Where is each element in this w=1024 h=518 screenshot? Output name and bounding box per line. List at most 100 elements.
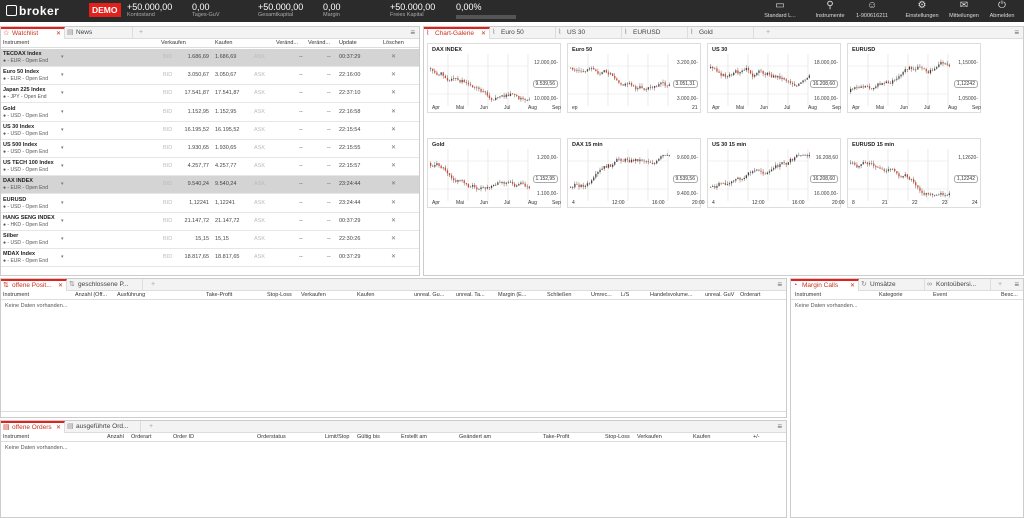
watchlist-row[interactable]: DAX INDEX ● - EUR - Open End ▾ BID 9.540,24 9… (1, 176, 419, 195)
instrument-name[interactable]: Gold (3, 106, 16, 112)
chevron-down-icon[interactable]: ▾ (61, 200, 64, 206)
instrument-name[interactable]: MDAX Index (3, 251, 35, 257)
tab-euro50[interactable]: ⌇ Euro 50 (490, 27, 556, 39)
col-header[interactable]: unreal. Ta... (456, 292, 485, 298)
delete-icon[interactable]: ✕ (391, 180, 396, 187)
col-update[interactable]: Update (339, 40, 357, 46)
buy-price[interactable]: 18.817,65 (215, 254, 239, 260)
delete-icon[interactable]: ✕ (391, 162, 396, 169)
panel-menu-icon[interactable]: ≡ (1014, 279, 1019, 291)
chevron-down-icon[interactable]: ▾ (61, 218, 64, 224)
col-header[interactable]: Instrument (795, 292, 821, 298)
buy-price[interactable]: 16.195,52 (215, 127, 239, 133)
tab-margin-calls[interactable]: ◔ Margin Calls ✕ (791, 279, 859, 291)
chevron-down-icon[interactable]: ▾ (61, 72, 64, 78)
col-header[interactable]: unreal. Gu... (414, 292, 444, 298)
chevron-down-icon[interactable]: ▾ (61, 236, 64, 242)
sell-price[interactable]: 17.541,87 (161, 90, 209, 96)
instrument-name[interactable]: HANG SENG INDEX (3, 215, 55, 221)
delete-icon[interactable]: ✕ (391, 235, 396, 242)
delete-icon[interactable]: ✕ (391, 199, 396, 206)
tab-closed-positions[interactable]: ⇅ geschlossene P... (67, 279, 143, 291)
chevron-down-icon[interactable]: ▾ (61, 163, 64, 169)
col-header[interactable]: Handelsvolume... (650, 292, 693, 298)
watchlist-row[interactable]: HANG SENG INDEX ● - HKD - Open End ▾ BID 21.… (1, 213, 419, 231)
col-header[interactable]: Stop-Loss (267, 292, 292, 298)
tab-chart-gallery[interactable]: ⌇ Chart-Galerie ✕ (424, 27, 490, 39)
watchlist-row[interactable]: Gold ● - USD - Open End ▾ BID 1.152,95 1.152,… (1, 104, 419, 122)
sell-price[interactable]: 15,15 (161, 236, 209, 242)
tab-turnover[interactable]: ↻ Umsätze (859, 279, 925, 291)
delete-icon[interactable]: ✕ (391, 53, 396, 60)
tab-executed-orders[interactable]: ▤ ausgeführte Ord... (65, 421, 141, 433)
chevron-down-icon[interactable]: ▾ (61, 54, 64, 60)
sell-price[interactable]: 18.817,65 (161, 254, 209, 260)
delete-icon[interactable]: ✕ (391, 253, 396, 260)
buy-price[interactable]: 15,15 (215, 236, 229, 242)
close-icon[interactable]: ✕ (58, 281, 63, 291)
col-buy[interactable]: Kaufen (215, 40, 232, 46)
buy-price[interactable]: 9.540,24 (215, 181, 236, 187)
settings-button[interactable]: ⚙ Einstellungen (904, 1, 940, 20)
delete-icon[interactable]: ✕ (391, 108, 396, 115)
mini-chart[interactable]: US 30 15 min 16.208,60 16.000,00- 16.208,60… (707, 138, 845, 208)
col-sell[interactable]: Verkaufen (161, 40, 186, 46)
account-button[interactable]: ☺ 1-900616211 (852, 1, 892, 20)
col-header[interactable]: Schließen (547, 292, 571, 298)
delete-icon[interactable]: ✕ (391, 217, 396, 224)
col-header[interactable]: Instrument (3, 292, 29, 298)
instrument-name[interactable]: Japan 225 Index (3, 87, 46, 93)
logout-button[interactable]: ⏻ Abmelden (984, 1, 1020, 20)
col-header[interactable]: Instrument (3, 434, 29, 440)
col-header[interactable]: L/S (621, 292, 629, 298)
chevron-down-icon[interactable]: ▾ (61, 90, 64, 96)
col-header[interactable]: Margin (E... (498, 292, 526, 298)
add-tab-icon[interactable]: + (151, 279, 155, 291)
chevron-down-icon[interactable]: ▾ (61, 109, 64, 115)
col-header[interactable]: Orderart (740, 292, 760, 298)
col-header[interactable]: Stop-Loss (605, 434, 630, 440)
messages-button[interactable]: ✉ Mitteilungen (946, 1, 982, 20)
watchlist-row[interactable]: Silber ● - USD - Open End ▾ BID 15,15 15,15 AS… (1, 231, 419, 249)
instruments-button[interactable]: ⚲ Instrumente (812, 1, 848, 20)
delete-icon[interactable]: ✕ (391, 89, 396, 96)
col-header[interactable]: Erstellt am (401, 434, 427, 440)
col-header[interactable]: Gültig bis (357, 434, 380, 440)
sell-price[interactable]: 1.930,65 (161, 145, 209, 151)
mini-chart[interactable]: DAX 15 min 9.600,00- 9.400,00- 9.539,56 4 12:… (567, 138, 705, 208)
watchlist-row[interactable]: Japan 225 Index ● - JPY - Open End ▾ BID 17.… (1, 85, 419, 104)
mini-chart[interactable]: Euro 50 3.200,00- 3.000,00- 3.051,31 ep 21 (567, 43, 701, 113)
sell-price[interactable]: 21.147,72 (161, 218, 209, 224)
buy-price[interactable]: 3.050,67 (215, 72, 236, 78)
watchlist-row[interactable]: Euro 50 Index ● - EUR - Open End ▾ BID 3.050… (1, 67, 419, 86)
add-tab-icon[interactable]: + (139, 27, 143, 39)
col-header[interactable]: Order ID (173, 434, 194, 440)
tab-gold[interactable]: ⌇ Gold (688, 27, 754, 39)
sell-price[interactable]: 1.152,95 (161, 109, 209, 115)
col-header[interactable]: Besc... (1001, 292, 1018, 298)
sell-price[interactable]: 3.050,67 (161, 72, 209, 78)
chevron-down-icon[interactable]: ▾ (61, 127, 64, 133)
close-icon[interactable]: ✕ (56, 423, 61, 433)
mini-chart[interactable]: US 30 18.000,00- 16.000,00- 16.208,60 Apr Mai… (707, 43, 841, 113)
tab-open-positions[interactable]: ⇅ offene Posit... ✕ (1, 279, 67, 291)
watchlist-row[interactable]: US TECH 100 Index ● - USD - Open End ▾ BID 4… (1, 158, 419, 177)
tab-eurusd[interactable]: ⌇ EURUSD (622, 27, 688, 39)
watchlist-row[interactable]: US 30 Index ● - USD - Open End ▾ BID 16.195,… (1, 122, 419, 140)
mini-chart[interactable]: Gold 1.200,00- 1.100,00- 1.152,95 Apr Mai Jun J… (427, 138, 561, 208)
instrument-name[interactable]: TECDAX Index (3, 51, 42, 57)
panel-menu-icon[interactable]: ≡ (777, 421, 782, 433)
mini-chart[interactable]: EURUSD 1,15000- 1,05000- 1,12242 Apr Mai Jun Ju… (847, 43, 981, 113)
col-header[interactable]: Kategorie (879, 292, 903, 298)
watchlist-row[interactable]: MDAX Index ● - EUR - Open End ▾ BID 18.817,6… (1, 249, 419, 268)
col-header[interactable]: Orderart (131, 434, 151, 440)
watchlist-row[interactable]: US 500 Index ● - USD - Open End ▾ BID 1.930,… (1, 140, 419, 158)
add-tab-icon[interactable]: + (149, 421, 153, 433)
panel-menu-icon[interactable]: ≡ (777, 279, 782, 291)
col-header[interactable]: +/- (753, 434, 760, 440)
buy-price[interactable]: 1,12241 (215, 200, 235, 206)
instrument-name[interactable]: Silber (3, 233, 18, 239)
col-header[interactable]: Anzahl (107, 434, 124, 440)
sell-price[interactable]: 9.540,24 (161, 181, 209, 187)
col-header[interactable]: Kaufen (357, 292, 374, 298)
